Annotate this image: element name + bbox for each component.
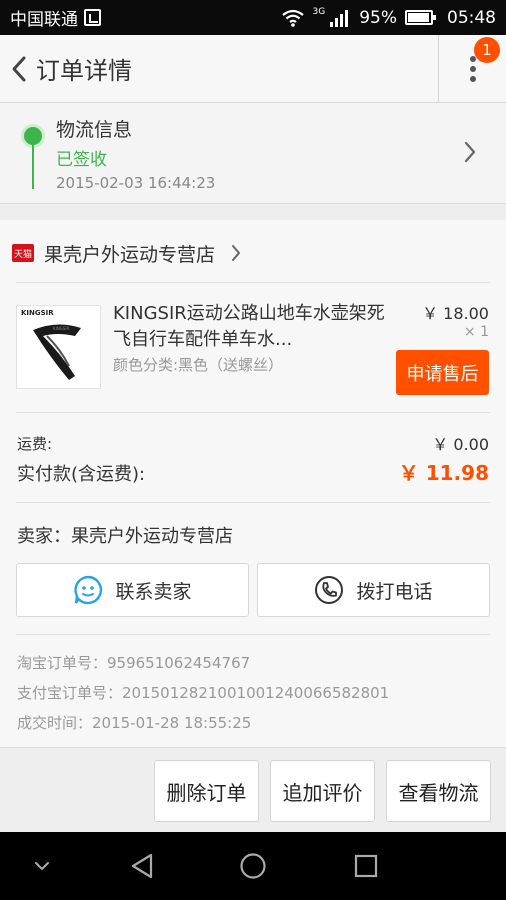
order-card: 天猫 果壳户外运动专营店 KINGSIR KINGSIR KINGSIR运动公路… bbox=[0, 220, 506, 747]
product-price: ￥ 18.00 bbox=[422, 304, 489, 323]
more-menu-button[interactable]: 1 bbox=[438, 34, 506, 103]
phone-icon bbox=[314, 575, 344, 605]
paid-label: 实付款(含运费): bbox=[17, 464, 146, 485]
logistics-title: 物流信息 bbox=[56, 119, 133, 141]
tmall-logo-icon: 天猫 bbox=[12, 244, 34, 262]
divider bbox=[16, 634, 490, 635]
svg-text:KINGSIR: KINGSIR bbox=[53, 326, 70, 331]
nav-back-button[interactable] bbox=[120, 832, 164, 900]
clock: 05:48 bbox=[447, 7, 496, 28]
page-title: 订单详情 bbox=[36, 57, 132, 85]
product-title[interactable]: KINGSIR运动公路山地车水壶架死飞自行车配件单车水... bbox=[113, 301, 395, 353]
add-review-button[interactable]: 追加评价 bbox=[270, 760, 375, 822]
image-notification-icon bbox=[84, 9, 101, 26]
shop-link[interactable]: 天猫 果壳户外运动专营店 bbox=[12, 238, 241, 268]
seller-name: 卖家：果壳户外运动专营店 bbox=[17, 526, 233, 547]
delete-order-button[interactable]: 删除订单 bbox=[154, 760, 259, 822]
product-thumbnail[interactable]: KINGSIR KINGSIR bbox=[16, 305, 101, 389]
status-bar: 中国联通 3G 95% 05:48 bbox=[0, 0, 506, 35]
nav-collapse-button[interactable] bbox=[22, 832, 62, 900]
product-sku: 颜色分类:黑色（送螺丝） bbox=[113, 356, 284, 374]
bottle-cage-image: KINGSIR bbox=[33, 324, 81, 380]
notification-badge: 1 bbox=[474, 36, 500, 63]
system-nav-bar bbox=[0, 832, 506, 900]
order-action-bar: 删除订单 追加评价 查看物流 bbox=[0, 747, 506, 832]
home-circle-icon bbox=[240, 853, 266, 879]
alipay-order-number: 支付宝订单号：2015012821001001240066582801 bbox=[17, 684, 390, 702]
chevron-right-icon bbox=[232, 245, 241, 261]
status-right: 3G 95% 05:48 bbox=[281, 6, 496, 28]
chevron-down-icon bbox=[35, 862, 49, 871]
chat-bubble-icon bbox=[73, 575, 103, 605]
shop-name: 果壳户外运动专营店 bbox=[44, 243, 216, 266]
divider bbox=[16, 412, 490, 413]
logistics-section[interactable]: 物流信息 已签收 2015-02-03 16:44:23 bbox=[0, 103, 506, 204]
chevron-right-icon bbox=[464, 141, 476, 163]
carrier-group: 中国联通 bbox=[10, 5, 101, 30]
recents-square-icon bbox=[354, 854, 378, 878]
back-triangle-icon bbox=[131, 853, 153, 879]
contact-seller-label: 联系卖家 bbox=[115, 580, 192, 603]
apply-after-sale-button[interactable]: 申请售后 bbox=[396, 350, 489, 395]
status-dot-icon bbox=[24, 127, 42, 145]
view-logistics-button[interactable]: 查看物流 bbox=[386, 760, 491, 822]
more-vertical-icon bbox=[469, 52, 476, 86]
battery-icon bbox=[405, 10, 436, 25]
logistics-status: 已签收 bbox=[56, 150, 107, 170]
deal-time: 成交时间：2015-01-28 18:55:25 bbox=[17, 714, 252, 732]
divider bbox=[16, 282, 490, 283]
product-quantity: × 1 bbox=[463, 324, 489, 340]
divider bbox=[16, 502, 490, 503]
app-header: 订单详情 1 bbox=[0, 34, 506, 103]
back-button[interactable] bbox=[4, 35, 34, 103]
timeline-line bbox=[32, 145, 34, 189]
taobao-order-number: 淘宝订单号：959651062454767 bbox=[17, 654, 251, 672]
shipping-value: ￥ 0.00 bbox=[432, 435, 489, 454]
carrier-name: 中国联通 bbox=[10, 10, 78, 30]
chevron-left-icon bbox=[12, 56, 26, 81]
wifi-icon bbox=[281, 9, 304, 27]
logistics-time: 2015-02-03 16:44:23 bbox=[56, 174, 216, 192]
network-type: 3G bbox=[312, 6, 326, 17]
shipping-label: 运费: bbox=[17, 435, 53, 453]
nav-recents-button[interactable] bbox=[344, 832, 388, 900]
call-phone-button[interactable]: 拨打电话 bbox=[257, 563, 490, 617]
signal-icon bbox=[330, 9, 349, 27]
battery-percent: 95% bbox=[359, 7, 397, 28]
call-phone-label: 拨打电话 bbox=[356, 580, 433, 603]
nav-home-button[interactable] bbox=[230, 832, 276, 900]
contact-seller-button[interactable]: 联系卖家 bbox=[16, 563, 249, 617]
paid-value: ￥ 11.98 bbox=[398, 461, 489, 485]
